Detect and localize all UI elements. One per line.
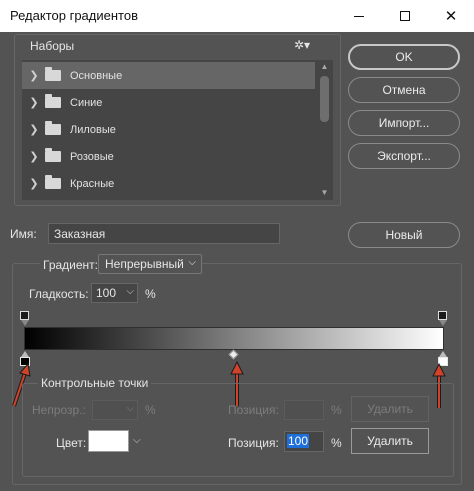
import-button[interactable]: Импорт... [348, 110, 460, 136]
folder-icon [45, 121, 61, 135]
maximize-button[interactable] [382, 0, 428, 32]
opacity-input[interactable]: ⌵ [92, 400, 138, 420]
cancel-button[interactable]: Отмена [348, 77, 460, 103]
title-bar: Редактор градиентов ✕ [0, 0, 474, 32]
close-icon: ✕ [444, 7, 458, 25]
chevron-right-icon[interactable]: ❯ [25, 96, 43, 109]
scroll-thumb[interactable] [320, 76, 329, 122]
presets-list: ❯ Основные ❯ Синие ❯ Лиловые ❯ Розовые ❯… [22, 60, 333, 200]
chevron-down-icon[interactable]: ⌵ [126, 286, 134, 297]
name-label: Имя: [10, 227, 37, 241]
smoothness-label: Гладкость: [29, 287, 89, 301]
new-button[interactable]: Новый [348, 222, 460, 248]
window-title: Редактор градиентов [10, 8, 138, 23]
gradient-preview-bar[interactable] [24, 327, 444, 350]
smoothness-value: 100 [96, 286, 117, 300]
preset-folder-label: Розовые [70, 150, 114, 163]
opacity-position-input[interactable] [284, 400, 324, 420]
preset-folder-row[interactable]: ❯ Красные [22, 170, 315, 197]
preset-folder-label: Красные [70, 177, 115, 190]
minimize-button[interactable] [336, 0, 382, 32]
color-position-unit: % [331, 436, 342, 450]
smoothness-input[interactable]: 100 ⌵ [91, 283, 138, 303]
gear-icon[interactable]: ✲▾ [294, 38, 310, 52]
preset-folder-row[interactable]: ❯ Розовые [22, 143, 315, 170]
folder-icon [45, 148, 61, 162]
gradient-type-label: Градиент: [40, 258, 102, 272]
opacity-stop-pointer-icon [439, 320, 447, 326]
folder-icon [45, 175, 61, 189]
opacity-unit: % [145, 403, 156, 417]
preset-folder-label: Синие [70, 96, 103, 109]
opacity-label: Непрозр.: [32, 403, 86, 417]
presets-scrollbar[interactable]: ▲ ▼ [316, 60, 333, 200]
opacity-stop-left[interactable] [20, 311, 29, 320]
color-label: Цвет: [56, 436, 87, 450]
color-delete-button[interactable]: Удалить [351, 428, 429, 454]
export-button[interactable]: Экспорт... [348, 143, 460, 169]
color-swatch[interactable] [88, 430, 129, 452]
close-button[interactable]: ✕ [428, 0, 474, 32]
opacity-position-unit: % [331, 403, 342, 417]
folder-icon [45, 67, 61, 81]
color-position-label: Позиция: [228, 436, 279, 450]
chevron-right-icon[interactable]: ❯ [25, 177, 43, 190]
folder-icon [45, 94, 61, 108]
preset-folder-row[interactable]: ❯ Синие [22, 89, 315, 116]
ok-button[interactable]: OK [348, 44, 460, 70]
opacity-delete-button[interactable]: Удалить [351, 396, 429, 422]
stops-title: Контрольные точки [38, 376, 152, 390]
presets-title: Наборы [30, 39, 75, 53]
minimize-icon [354, 15, 364, 17]
preset-folder-label: Основные [70, 69, 123, 82]
scroll-up-icon[interactable]: ▲ [316, 60, 333, 74]
color-position-input[interactable]: 100 [284, 431, 324, 452]
opacity-position-label: Позиция: [228, 403, 279, 417]
opacity-stop-pointer-icon [21, 320, 29, 326]
chevron-right-icon[interactable]: ❯ [25, 150, 43, 163]
chevron-down-icon: ⌵ [188, 257, 196, 268]
chevron-down-icon[interactable]: ⌵ [133, 435, 141, 446]
chevron-down-icon: ⌵ [126, 403, 134, 414]
name-input[interactable]: Заказная [48, 223, 280, 244]
chevron-right-icon[interactable]: ❯ [25, 123, 43, 136]
opacity-stop-right[interactable] [438, 311, 447, 320]
maximize-icon [400, 11, 410, 21]
color-position-value: 100 [287, 434, 310, 448]
chevron-right-icon[interactable]: ❯ [25, 69, 43, 82]
scroll-down-icon[interactable]: ▼ [316, 186, 333, 200]
preset-folder-label: Лиловые [70, 123, 116, 136]
gradient-type-select[interactable]: Непрерывный ⌵ [98, 254, 202, 274]
preset-folder-row[interactable]: ❯ Лиловые [22, 116, 315, 143]
smoothness-unit: % [145, 287, 156, 301]
gradient-type-value: Непрерывный [105, 257, 184, 271]
preset-folder-row[interactable]: ❯ Основные [22, 62, 315, 89]
